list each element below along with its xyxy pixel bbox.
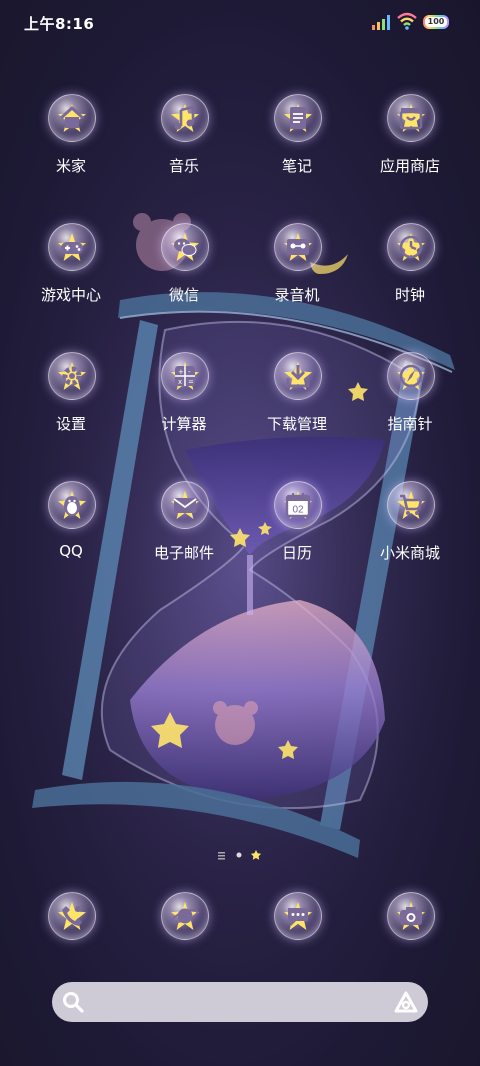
app-label: 指南针 <box>387 415 433 433</box>
app-music-note[interactable]: 音乐 <box>129 94 239 204</box>
page-dot <box>236 852 242 858</box>
status-bar: 上午8:16 100 <box>0 0 480 46</box>
status-time: 上午8:16 <box>24 15 95 33</box>
icon-bubble <box>387 223 435 271</box>
app-label: 计算器 <box>161 415 207 433</box>
icon-bubble <box>48 481 96 529</box>
app-calculator[interactable]: + - x = 计算器 <box>129 352 239 462</box>
app-calendar[interactable]: 02 日历 <box>242 481 352 591</box>
page-dot-active-star <box>250 850 262 860</box>
app-penguin[interactable]: QQ <box>16 481 126 591</box>
app-home[interactable]: 米家 <box>16 94 126 204</box>
icon-bubble <box>48 352 96 400</box>
icon-bubble <box>161 892 209 940</box>
app-gamepad[interactable]: 游戏中心 <box>16 223 126 333</box>
planet-browser-icon <box>171 908 199 924</box>
gear-icon <box>62 366 82 386</box>
app-cassette[interactable]: 录音机 <box>242 223 352 333</box>
app-label: 录音机 <box>274 286 320 304</box>
download-icon <box>286 365 310 388</box>
app-label: 应用商店 <box>379 157 440 175</box>
calendar-icon: 02 <box>285 493 311 518</box>
app-wechat[interactable]: 微信 <box>129 223 239 333</box>
app-clock[interactable]: 时钟 <box>355 223 465 333</box>
camera-icon <box>400 907 422 925</box>
app-label: 音乐 <box>168 157 199 175</box>
icon-bubble <box>161 223 209 271</box>
icon-bubble <box>274 352 322 400</box>
home-icon <box>59 105 85 128</box>
icon-bubble: + - x = <box>161 352 209 400</box>
svg-text:x: x <box>178 378 182 386</box>
app-label: 电子邮件 <box>153 544 214 562</box>
icon-bubble <box>387 892 435 940</box>
icon-bubble <box>274 223 322 271</box>
search-icon <box>63 992 84 1013</box>
icon-bubble <box>48 223 96 271</box>
calculator-icon: + -x = <box>175 366 195 386</box>
svg-text:+: + <box>178 368 184 376</box>
app-label: 笔记 <box>281 157 312 175</box>
app-label: 下载管理 <box>266 415 327 433</box>
app-label: QQ <box>59 542 83 560</box>
app-shopping-cart[interactable]: 小米商城 <box>355 481 465 591</box>
app-label: 设置 <box>55 415 86 433</box>
icon-bubble <box>48 94 96 142</box>
app-download[interactable]: 下载管理 <box>242 352 352 462</box>
wechat-icon <box>174 238 197 256</box>
app-gear[interactable]: 设置 <box>16 352 126 462</box>
app-store-bag-icon <box>399 108 423 130</box>
battery-icon: 100 <box>423 15 449 29</box>
app-label: 日历 <box>281 544 312 562</box>
battery-level: 100 <box>425 17 447 27</box>
compass-icon <box>399 364 423 388</box>
icon-bubble <box>48 892 96 940</box>
icon-bubble <box>387 94 435 142</box>
gamepad-icon <box>61 242 83 254</box>
envelope-icon <box>173 498 197 513</box>
shopping-cart-icon <box>400 494 423 515</box>
penguin-icon <box>64 496 80 516</box>
app-label: 游戏中心 <box>40 286 101 304</box>
svg-text:=: = <box>188 378 194 386</box>
app-notes[interactable]: 笔记 <box>242 94 352 204</box>
wifi-icon <box>397 12 417 30</box>
calendar-date: 02 <box>292 505 304 516</box>
app-label: 微信 <box>168 286 199 304</box>
app-label: 米家 <box>55 157 86 175</box>
phone-icon <box>62 906 82 926</box>
app-app-store-bag[interactable]: 应用商店 <box>355 94 465 204</box>
page-indicator[interactable] <box>218 850 264 860</box>
message-icon <box>288 908 308 926</box>
notes-icon <box>290 107 306 129</box>
search-bar[interactable] <box>52 982 428 1022</box>
page-indicator-list <box>218 852 225 860</box>
signal-icon <box>372 15 390 30</box>
app-label: 时钟 <box>394 286 425 304</box>
clock-icon <box>399 235 423 259</box>
icon-bubble <box>387 352 435 400</box>
icon-bubble <box>161 94 209 142</box>
app-label: 小米商城 <box>379 544 440 562</box>
music-note-icon <box>174 105 195 130</box>
cassette-icon <box>287 239 309 255</box>
app-compass[interactable]: 指南针 <box>355 352 465 462</box>
ai-assistant-icon[interactable] <box>394 991 418 1013</box>
icon-bubble: 02 <box>274 481 322 529</box>
icon-bubble <box>274 94 322 142</box>
app-envelope[interactable]: 电子邮件 <box>129 481 239 591</box>
icon-bubble <box>161 481 209 529</box>
icon-bubble <box>387 481 435 529</box>
icon-bubble <box>274 892 322 940</box>
